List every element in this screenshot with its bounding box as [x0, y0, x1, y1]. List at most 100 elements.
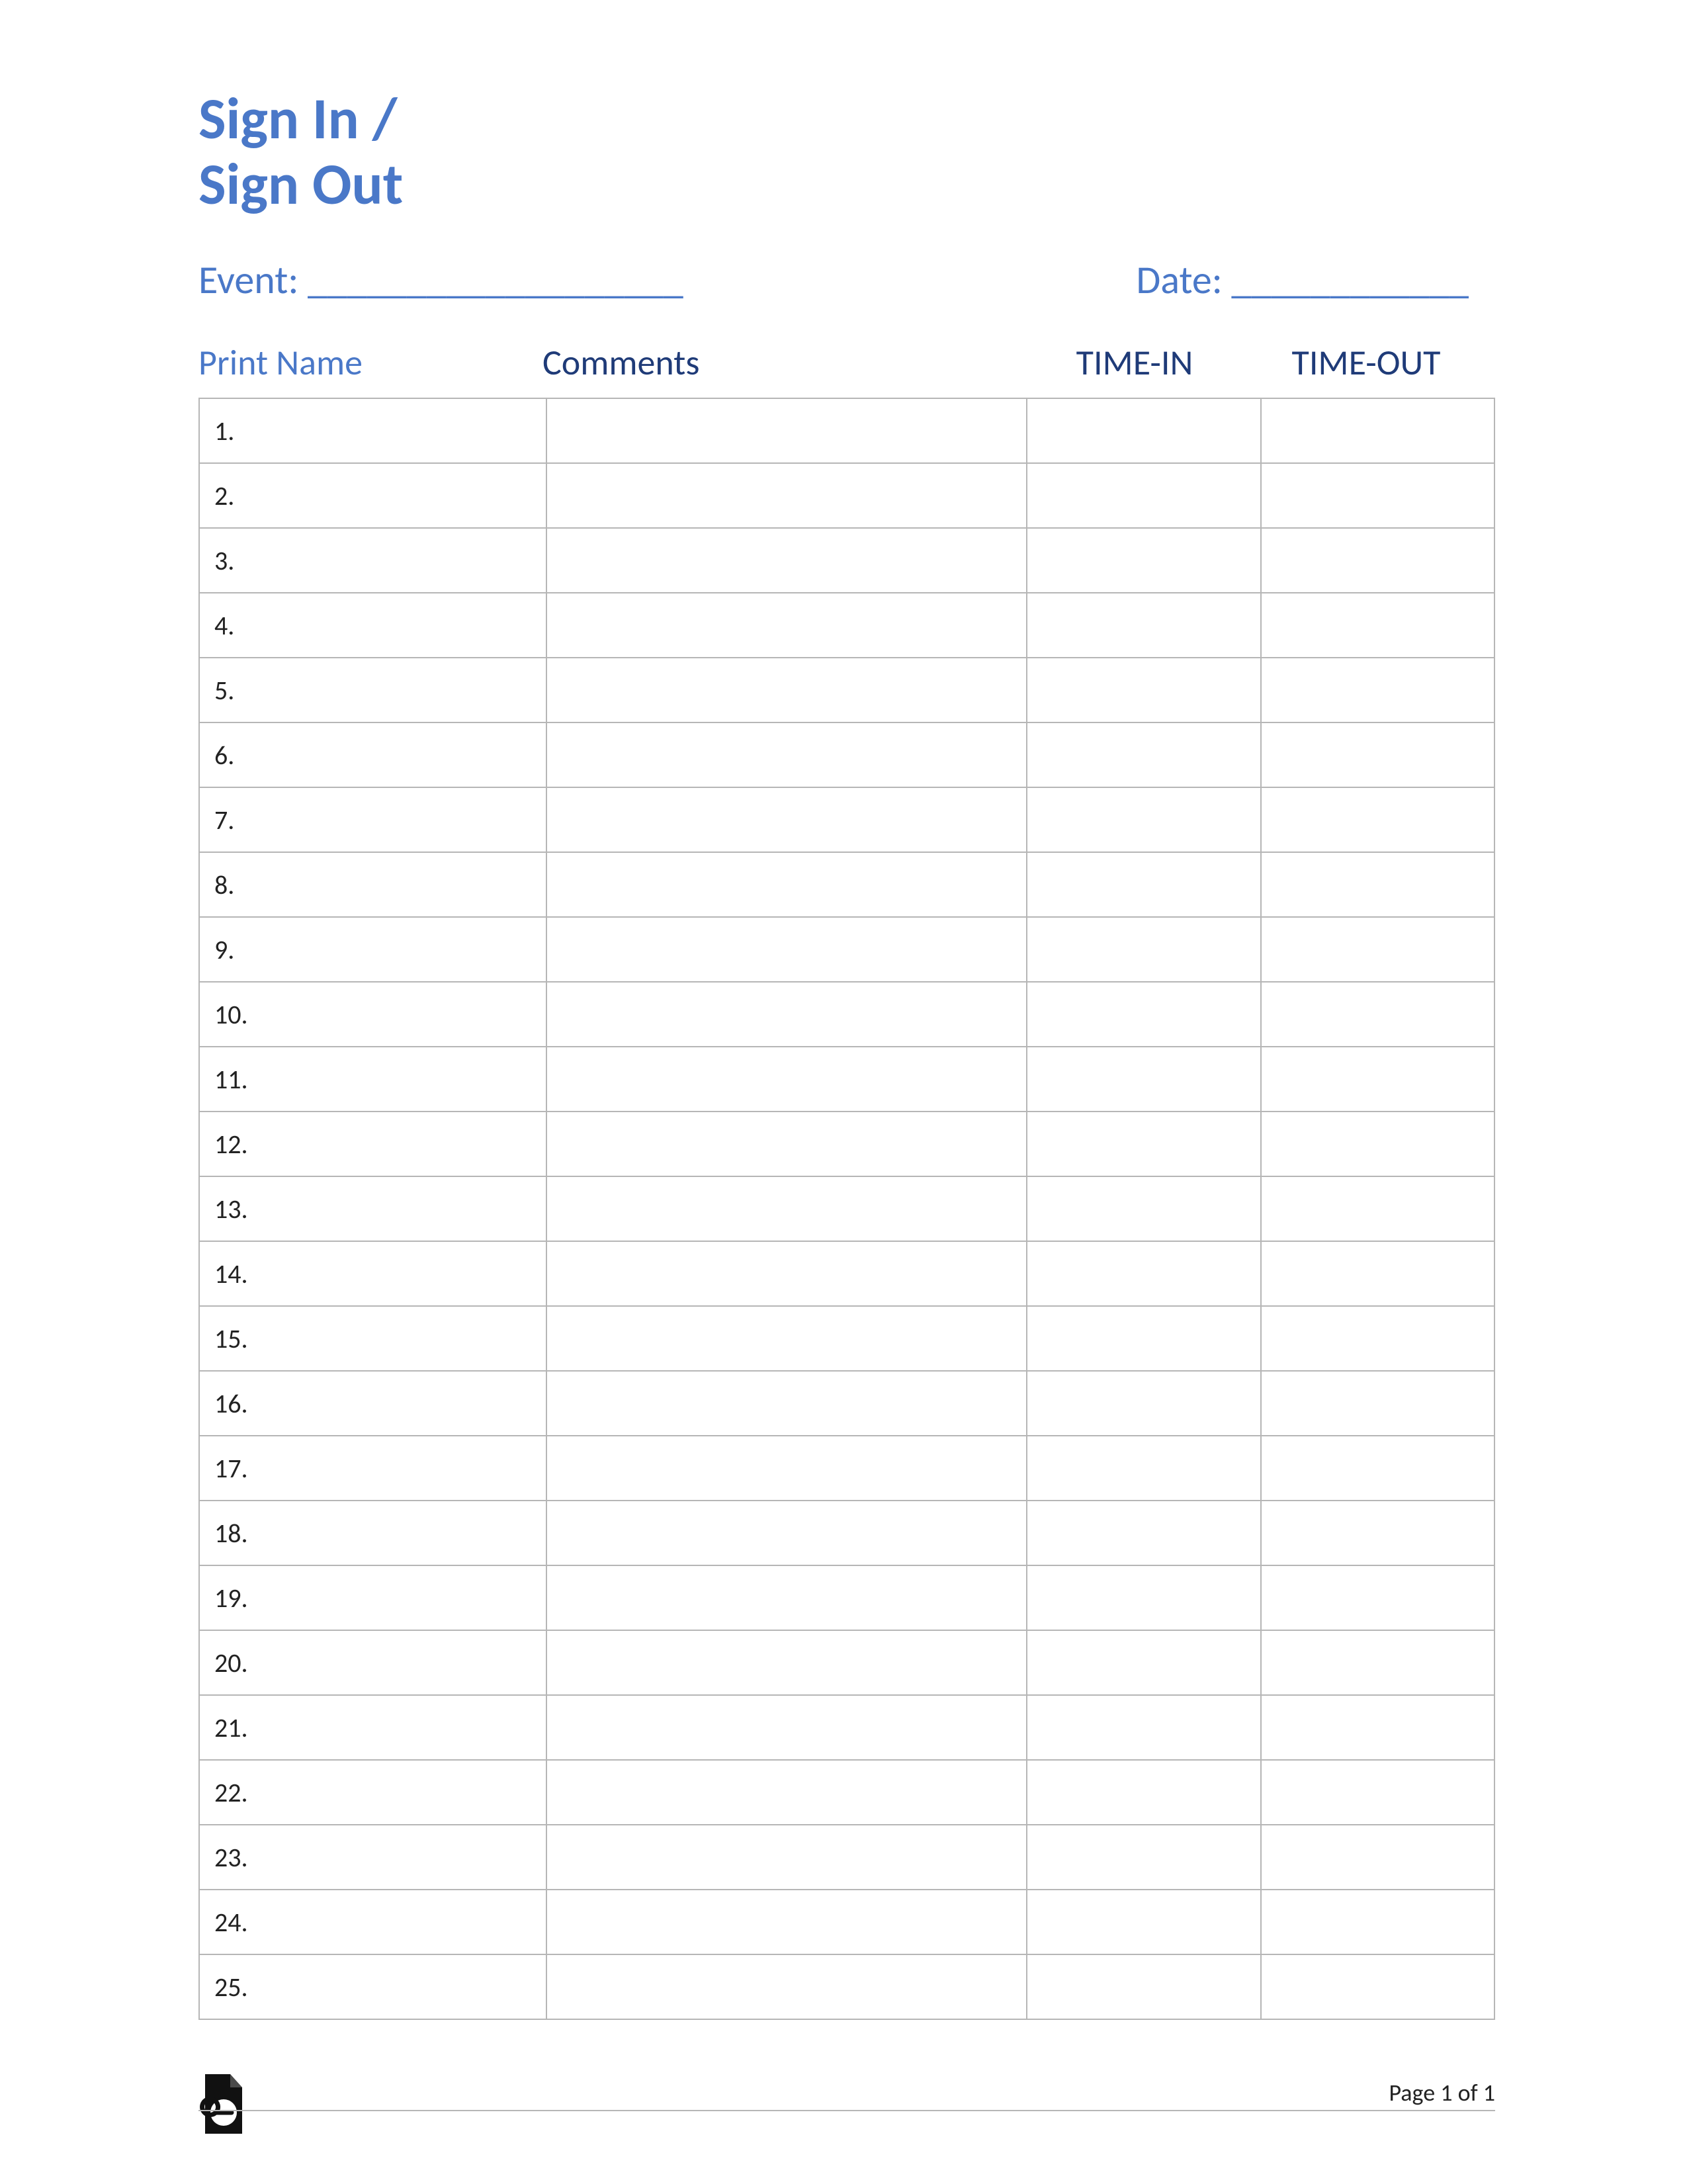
- cell-comments[interactable]: [546, 1306, 1027, 1371]
- cell-print-name[interactable]: 6.: [199, 722, 546, 787]
- cell-comments[interactable]: [546, 787, 1027, 852]
- cell-time-out[interactable]: [1261, 1112, 1494, 1176]
- cell-print-name[interactable]: 25.: [199, 1954, 546, 2019]
- cell-time-out[interactable]: [1261, 398, 1494, 463]
- cell-time-in[interactable]: [1027, 1112, 1260, 1176]
- cell-time-in[interactable]: [1027, 1630, 1260, 1695]
- cell-print-name[interactable]: 11.: [199, 1047, 546, 1112]
- cell-time-out[interactable]: [1261, 1695, 1494, 1760]
- cell-print-name[interactable]: 15.: [199, 1306, 546, 1371]
- cell-time-in[interactable]: [1027, 1695, 1260, 1760]
- cell-print-name[interactable]: 18.: [199, 1501, 546, 1565]
- cell-time-in[interactable]: [1027, 1306, 1260, 1371]
- cell-print-name[interactable]: 2.: [199, 463, 546, 528]
- cell-comments[interactable]: [546, 398, 1027, 463]
- cell-time-in[interactable]: [1027, 1436, 1260, 1501]
- cell-time-in[interactable]: [1027, 658, 1260, 722]
- cell-comments[interactable]: [546, 658, 1027, 722]
- cell-comments[interactable]: [546, 1241, 1027, 1306]
- cell-comments[interactable]: [546, 593, 1027, 658]
- cell-print-name[interactable]: 5.: [199, 658, 546, 722]
- cell-print-name[interactable]: 22.: [199, 1760, 546, 1825]
- cell-print-name[interactable]: 24.: [199, 1890, 546, 1954]
- cell-time-in[interactable]: [1027, 917, 1260, 982]
- cell-time-out[interactable]: [1261, 852, 1494, 917]
- cell-comments[interactable]: [546, 1630, 1027, 1695]
- cell-time-out[interactable]: [1261, 1047, 1494, 1112]
- cell-comments[interactable]: [546, 1760, 1027, 1825]
- cell-time-out[interactable]: [1261, 1241, 1494, 1306]
- cell-time-out[interactable]: [1261, 1760, 1494, 1825]
- cell-comments[interactable]: [546, 1501, 1027, 1565]
- cell-time-out[interactable]: [1261, 1176, 1494, 1241]
- cell-print-name[interactable]: 19.: [199, 1565, 546, 1630]
- cell-time-in[interactable]: [1027, 593, 1260, 658]
- cell-print-name[interactable]: 12.: [199, 1112, 546, 1176]
- cell-time-out[interactable]: [1261, 658, 1494, 722]
- cell-time-in[interactable]: [1027, 463, 1260, 528]
- cell-print-name[interactable]: 10.: [199, 982, 546, 1047]
- cell-time-out[interactable]: [1261, 593, 1494, 658]
- cell-comments[interactable]: [546, 722, 1027, 787]
- cell-comments[interactable]: [546, 982, 1027, 1047]
- cell-time-in[interactable]: [1027, 982, 1260, 1047]
- cell-time-in[interactable]: [1027, 1825, 1260, 1890]
- event-field[interactable]: Event: ___________________: [198, 256, 683, 304]
- cell-time-out[interactable]: [1261, 917, 1494, 982]
- cell-comments[interactable]: [546, 1890, 1027, 1954]
- cell-print-name[interactable]: 20.: [199, 1630, 546, 1695]
- cell-time-in[interactable]: [1027, 1890, 1260, 1954]
- cell-time-in[interactable]: [1027, 1176, 1260, 1241]
- cell-time-out[interactable]: [1261, 1436, 1494, 1501]
- cell-comments[interactable]: [546, 1695, 1027, 1760]
- cell-time-in[interactable]: [1027, 1954, 1260, 2019]
- cell-time-in[interactable]: [1027, 1565, 1260, 1630]
- cell-comments[interactable]: [546, 1047, 1027, 1112]
- cell-time-out[interactable]: [1261, 787, 1494, 852]
- cell-time-in[interactable]: [1027, 1047, 1260, 1112]
- cell-time-out[interactable]: [1261, 1565, 1494, 1630]
- cell-print-name[interactable]: 9.: [199, 917, 546, 982]
- cell-time-in[interactable]: [1027, 1241, 1260, 1306]
- cell-comments[interactable]: [546, 1565, 1027, 1630]
- cell-comments[interactable]: [546, 1371, 1027, 1436]
- cell-time-out[interactable]: [1261, 1954, 1494, 2019]
- cell-time-in[interactable]: [1027, 852, 1260, 917]
- cell-print-name[interactable]: 21.: [199, 1695, 546, 1760]
- cell-comments[interactable]: [546, 1825, 1027, 1890]
- cell-time-out[interactable]: [1261, 1501, 1494, 1565]
- cell-time-in[interactable]: [1027, 787, 1260, 852]
- cell-print-name[interactable]: 17.: [199, 1436, 546, 1501]
- cell-time-in[interactable]: [1027, 528, 1260, 593]
- cell-print-name[interactable]: 13.: [199, 1176, 546, 1241]
- cell-time-out[interactable]: [1261, 1630, 1494, 1695]
- cell-print-name[interactable]: 3.: [199, 528, 546, 593]
- cell-print-name[interactable]: 8.: [199, 852, 546, 917]
- cell-comments[interactable]: [546, 1436, 1027, 1501]
- cell-time-out[interactable]: [1261, 1306, 1494, 1371]
- cell-time-out[interactable]: [1261, 1371, 1494, 1436]
- cell-comments[interactable]: [546, 852, 1027, 917]
- date-field[interactable]: Date: ____________: [1136, 256, 1495, 304]
- cell-time-in[interactable]: [1027, 398, 1260, 463]
- cell-print-name[interactable]: 16.: [199, 1371, 546, 1436]
- cell-print-name[interactable]: 4.: [199, 593, 546, 658]
- cell-time-in[interactable]: [1027, 1760, 1260, 1825]
- cell-comments[interactable]: [546, 917, 1027, 982]
- cell-time-out[interactable]: [1261, 1825, 1494, 1890]
- cell-comments[interactable]: [546, 1954, 1027, 2019]
- cell-time-in[interactable]: [1027, 1501, 1260, 1565]
- cell-print-name[interactable]: 1.: [199, 398, 546, 463]
- cell-comments[interactable]: [546, 463, 1027, 528]
- cell-print-name[interactable]: 7.: [199, 787, 546, 852]
- cell-time-in[interactable]: [1027, 722, 1260, 787]
- cell-comments[interactable]: [546, 1112, 1027, 1176]
- cell-print-name[interactable]: 23.: [199, 1825, 546, 1890]
- cell-time-in[interactable]: [1027, 1371, 1260, 1436]
- cell-comments[interactable]: [546, 528, 1027, 593]
- cell-time-out[interactable]: [1261, 722, 1494, 787]
- cell-print-name[interactable]: 14.: [199, 1241, 546, 1306]
- cell-time-out[interactable]: [1261, 528, 1494, 593]
- cell-time-out[interactable]: [1261, 463, 1494, 528]
- cell-comments[interactable]: [546, 1176, 1027, 1241]
